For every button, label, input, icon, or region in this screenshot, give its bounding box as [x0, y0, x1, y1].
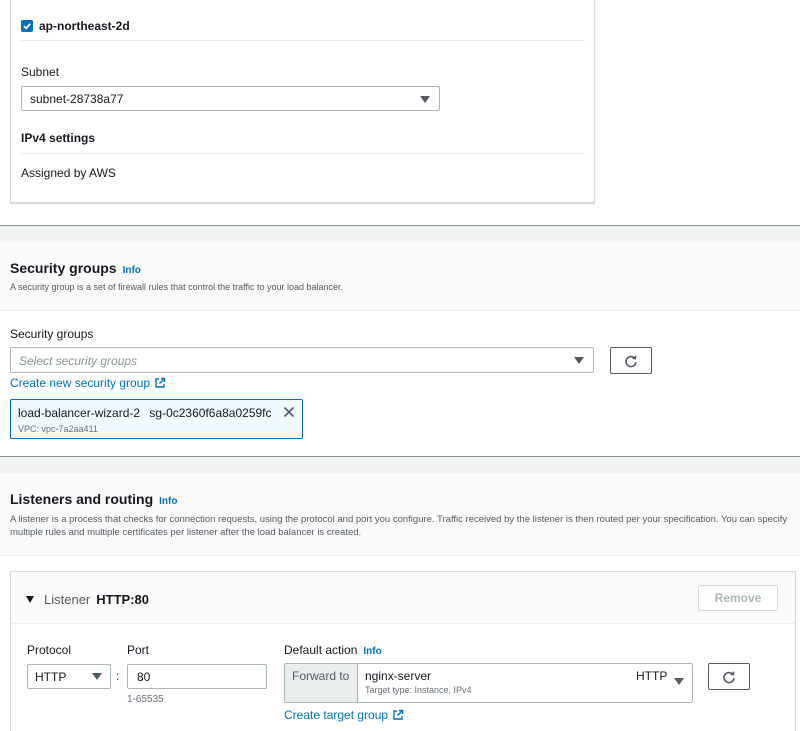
az-checkbox-row[interactable]: ap-northeast-2d [21, 19, 198, 33]
external-link-icon [393, 709, 404, 720]
security-group-token-vpc: VPC: vpc-7a2aa411 [18, 424, 98, 434]
security-group-token: load-balancer-wizard-2 sg-0c2360f6a8a025… [10, 399, 303, 439]
check-icon [23, 23, 31, 30]
listeners-heading: Listeners and routing [10, 491, 154, 507]
caret-down-icon [26, 596, 34, 603]
create-security-group-label: Create new security group [10, 376, 151, 390]
port-label: Port [127, 643, 150, 657]
listener-label: Listener [44, 592, 91, 607]
section-gap [0, 226, 800, 242]
default-action-label: Default action [284, 643, 358, 657]
target-group-protocol: HTTP [636, 669, 668, 683]
az-checkbox[interactable] [21, 20, 33, 32]
create-security-group-link[interactable]: Create new security group [10, 376, 166, 390]
security-groups-description: A security group is a set of firewall ru… [10, 282, 344, 292]
protocol-select[interactable]: HTTP [27, 664, 111, 689]
subnet-label: Subnet [21, 65, 60, 79]
security-groups-placeholder: Select security groups [19, 354, 138, 368]
chevron-down-icon [92, 673, 102, 680]
listener-card: Listener HTTP:80 Remove Protocol HTTP : … [10, 571, 796, 731]
redacted-mark [196, 19, 198, 33]
target-group-name: nginx-server [365, 669, 432, 683]
remove-listener-button[interactable]: Remove [698, 585, 778, 611]
ipv4-heading: IPv4 settings [21, 131, 96, 145]
divider [21, 153, 585, 154]
ipv4-value: Assigned by AWS [21, 166, 116, 180]
port-hint: 1-65535 [127, 694, 164, 705]
port-separator: : [116, 669, 120, 683]
port-input[interactable]: 80 [127, 664, 267, 689]
default-action-info-link[interactable]: Info [363, 646, 381, 657]
security-group-token-name: load-balancer-wizard-2 [18, 406, 141, 420]
az-checkbox-label: ap-northeast-2d [39, 19, 130, 33]
listener-toggle[interactable]: Listener HTTP:80 [26, 592, 149, 607]
listener-card-header: Listener HTTP:80 Remove [11, 572, 795, 624]
security-group-token-id: sg-0c2360f6a8a0259fc [149, 406, 272, 420]
close-icon [283, 406, 295, 418]
listeners-info-link[interactable]: Info [159, 496, 177, 507]
refresh-icon [625, 355, 637, 367]
subnet-select[interactable]: subnet-28738a77 [21, 86, 440, 111]
section-gap [0, 457, 800, 473]
security-groups-field-label: Security groups [10, 327, 94, 341]
chevron-down-icon [574, 357, 584, 364]
security-groups-header: Security groups Info A security group is… [0, 242, 800, 311]
refresh-icon [723, 671, 735, 683]
security-groups-info-link[interactable]: Info [123, 265, 141, 276]
refresh-security-groups-button[interactable] [610, 347, 652, 374]
create-target-group-label: Create target group [284, 708, 389, 722]
availability-zone-card: ap-northeast-2d Subnet subnet-28738a77 I… [10, 0, 595, 203]
security-groups-heading: Security groups [10, 260, 117, 276]
divider [21, 40, 585, 41]
default-action-select[interactable]: Forward to nginx-server Target type: Ins… [284, 663, 693, 703]
target-group-meta: Target type: Instance, IPv4 [365, 685, 472, 695]
chevron-down-icon [420, 96, 430, 103]
protocol-select-value: HTTP [35, 670, 67, 684]
external-link-icon [155, 377, 166, 388]
listeners-description: A listener is a process that checks for … [10, 514, 788, 538]
listener-value: HTTP:80 [96, 592, 149, 607]
create-target-group-link[interactable]: Create target group [284, 708, 404, 722]
protocol-label: Protocol [27, 643, 72, 657]
remove-token-button[interactable] [283, 406, 295, 421]
chevron-down-icon [674, 678, 684, 685]
subnet-select-value: subnet-28738a77 [30, 92, 124, 106]
forward-to-addon: Forward to [285, 664, 358, 702]
refresh-target-groups-button[interactable] [708, 663, 750, 690]
listeners-header: Listeners and routing Info A listener is… [0, 473, 800, 556]
security-groups-select[interactable]: Select security groups [10, 347, 594, 373]
